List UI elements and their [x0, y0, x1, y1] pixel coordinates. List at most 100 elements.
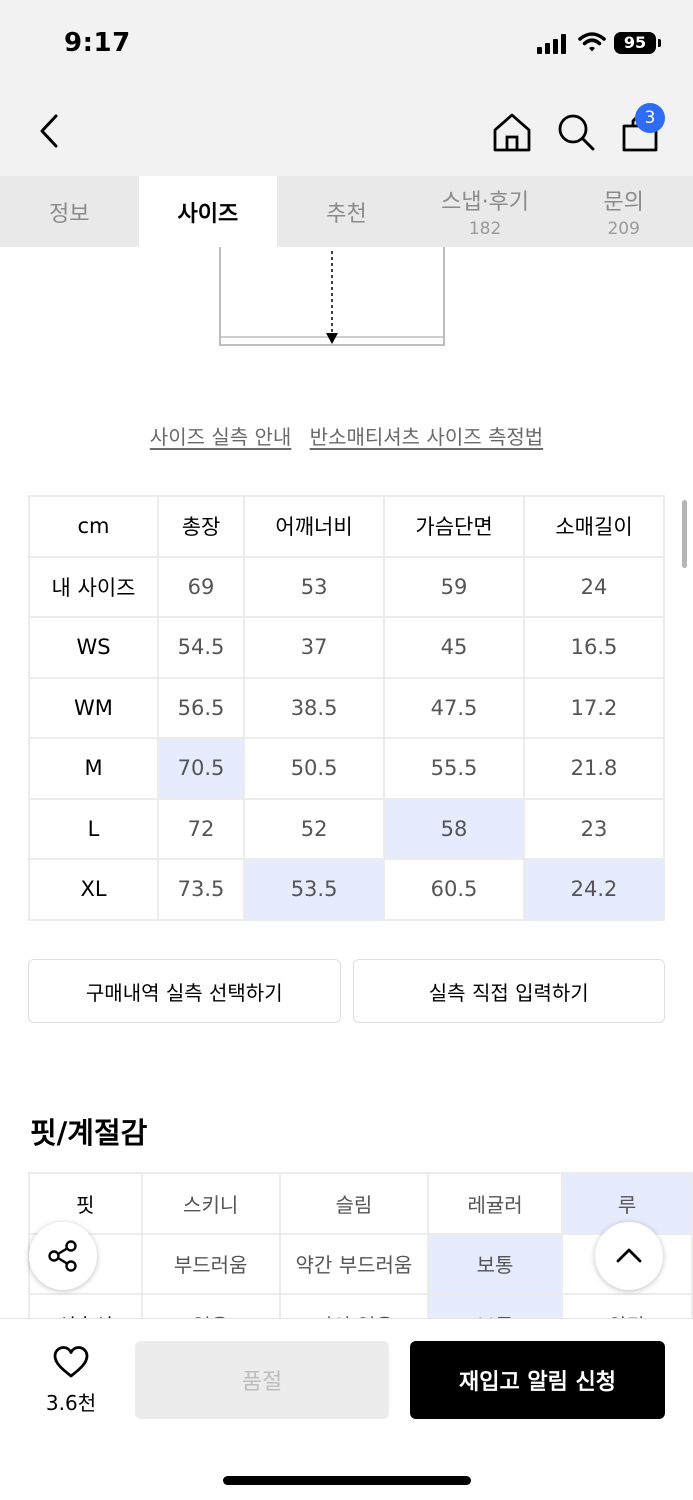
row-label: 신축성 [28, 1293, 143, 1318]
row-label: WS [28, 616, 159, 679]
table-cell: 47.5 [383, 676, 525, 739]
table-cell: 50.5 [243, 737, 386, 800]
table-cell: 17.2 [523, 676, 665, 739]
table-cell: 21.8 [523, 737, 665, 800]
tab-count: 209 [607, 219, 640, 239]
table-cell-highlighted: 보통 [427, 1293, 564, 1318]
bottom-purchase-bar: 3.6천 품절 재입고 알림 신청 [0, 1318, 693, 1500]
share-icon [48, 1240, 77, 1272]
tab-label: 정보 [49, 201, 90, 227]
table-cell: 72 [156, 797, 246, 860]
row-label: XL [28, 858, 159, 921]
table-cell: 거의 없음 [278, 1293, 430, 1318]
status-time: 9:17 [64, 28, 131, 58]
tab-label: 사이즈 [177, 201, 239, 227]
top-navigation [0, 88, 693, 176]
table-cell: 스키니 [140, 1172, 281, 1235]
table-row: 감 부드러움 약간 부드러움 보통 약간 [28, 1232, 693, 1295]
table-cell: 52 [243, 797, 386, 860]
table-cell: 약간 [561, 1293, 693, 1318]
table-cell-highlighted: 70.5 [156, 737, 246, 800]
tab-count: 182 [468, 219, 502, 239]
table-header-cell: 총장 [156, 495, 246, 558]
table-row: 핏 스키니 슬림 레귤러 루 [28, 1172, 693, 1235]
table-row: 내 사이즈 69 53 59 24 [28, 555, 665, 618]
measure-method-link[interactable]: 반소매티셔츠 사이즈 측정법 [310, 425, 544, 449]
table-cell-highlighted: 53.5 [243, 858, 386, 921]
table-row: XL 73.5 53.5 60.5 24.2 [28, 858, 665, 921]
fit-table: 핏 스키니 슬림 레귤러 루 감 부드러움 약간 부드러움 보통 약간 신축성 … [28, 1172, 693, 1318]
table-cell: 약간 부드러움 [278, 1232, 430, 1295]
table-cell: 56.5 [156, 676, 246, 739]
scrollbar[interactable] [682, 500, 687, 568]
measurement-actions: 구매내역 실측 선택하기 실측 직접 입력하기 [28, 959, 665, 1023]
table-cell-highlighted: 보통 [427, 1232, 564, 1295]
table-header-cell: 소매길이 [523, 495, 665, 558]
table-cell: 16.5 [523, 616, 665, 679]
tab-label: 추천 [326, 201, 367, 227]
home-indicator [223, 1476, 471, 1485]
share-button[interactable] [29, 1222, 97, 1290]
row-label: M [28, 737, 159, 800]
fit-section-title: 핏/계절감 [30, 1116, 148, 1150]
table-cell: 없음 [140, 1293, 281, 1318]
cart-count-badge: 3 [635, 103, 665, 133]
table-cell: 24 [523, 555, 665, 618]
product-tabs: 정보 사이즈 추천 스냅·후기 182 문의 209 [0, 176, 693, 247]
table-cell: 37 [243, 616, 386, 679]
row-label: WM [28, 676, 159, 739]
wifi-icon [578, 32, 606, 52]
soldout-button[interactable]: 품절 [135, 1341, 389, 1419]
table-row: 신축성 없음 거의 없음 보통 약간 [28, 1293, 693, 1318]
fit-table-container: 핏 스키니 슬림 레귤러 루 감 부드러움 약간 부드러움 보통 약간 신축성 … [28, 1172, 693, 1318]
tab-label: 스냅·후기 [441, 190, 530, 215]
tab-label: 문의 [603, 190, 644, 215]
table-cell: 부드러움 [140, 1232, 281, 1295]
table-row: M 70.5 50.5 55.5 21.8 [28, 737, 665, 800]
chevron-up-icon [616, 1248, 642, 1263]
table-cell: 60.5 [383, 858, 525, 921]
row-label: L [28, 797, 159, 860]
tab-info[interactable]: 정보 [0, 176, 139, 247]
tab-size[interactable]: 사이즈 [138, 176, 278, 247]
table-cell-highlighted: 58 [383, 797, 525, 860]
back-arrow-icon[interactable] [34, 108, 70, 154]
row-label: 내 사이즈 [28, 555, 159, 618]
table-cell: 53 [243, 555, 386, 618]
tab-recommend[interactable]: 추천 [277, 176, 416, 247]
tab-inquiry[interactable]: 문의 209 [554, 176, 693, 247]
heart-icon [53, 1346, 89, 1378]
purchase-history-measure-button[interactable]: 구매내역 실측 선택하기 [28, 959, 341, 1023]
battery-indicator: 95 [614, 32, 661, 54]
direct-input-measure-button[interactable]: 실측 직접 입력하기 [352, 959, 665, 1023]
table-header-cell: 가슴단면 [383, 495, 525, 558]
row-label: 핏 [28, 1172, 143, 1235]
size-table: cm 총장 어깨너비 가슴단면 소매길이 내 사이즈 69 53 59 24 W… [28, 495, 665, 921]
table-cell: 23 [523, 797, 665, 860]
table-cell: 레귤러 [427, 1172, 564, 1235]
scroll-to-top-button[interactable] [595, 1222, 663, 1290]
search-icon[interactable] [556, 110, 596, 154]
size-guide-link[interactable]: 사이즈 실측 안내 [150, 425, 292, 449]
size-measurement-diagram [219, 247, 445, 346]
home-icon[interactable] [492, 110, 532, 154]
status-bar: 9:17 95 [0, 0, 693, 88]
table-header-cell: cm [28, 495, 159, 558]
table-cell: 슬림 [278, 1172, 430, 1235]
size-guide-links: 사이즈 실측 안내 반소매티셔츠 사이즈 측정법 [0, 421, 693, 450]
table-cell: 54.5 [156, 616, 246, 679]
like-button[interactable]: 3.6천 [38, 1345, 104, 1416]
cellular-signal-icon [537, 34, 566, 54]
table-cell-highlighted: 24.2 [523, 858, 665, 921]
table-header-row: cm 총장 어깨너비 가슴단면 소매길이 [28, 495, 665, 558]
table-header-cell: 어깨너비 [243, 495, 386, 558]
table-cell: 45 [383, 616, 525, 679]
table-row: WM 56.5 38.5 47.5 17.2 [28, 676, 665, 739]
table-cell: 59 [383, 555, 525, 618]
table-row: L 72 52 58 23 [28, 797, 665, 860]
restock-alert-button[interactable]: 재입고 알림 신청 [410, 1341, 665, 1419]
table-cell: 55.5 [383, 737, 525, 800]
table-row: WS 54.5 37 45 16.5 [28, 616, 665, 679]
table-cell: 38.5 [243, 676, 386, 739]
tab-snap-review[interactable]: 스냅·후기 182 [416, 176, 555, 247]
